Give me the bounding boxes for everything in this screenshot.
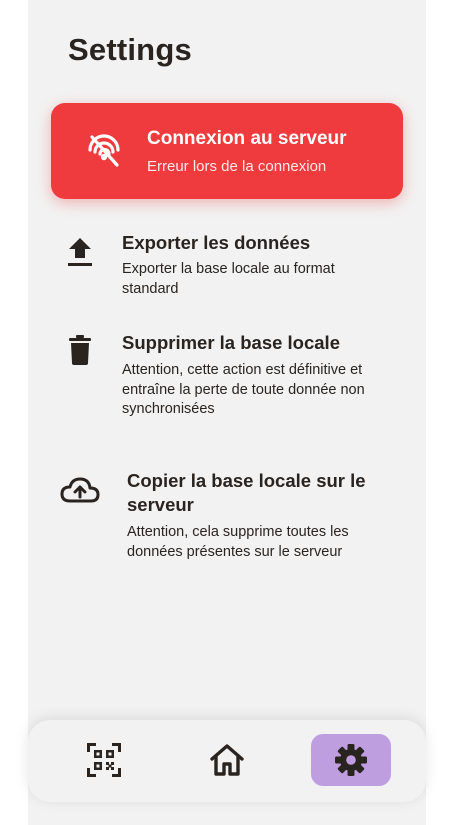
upload-icon bbox=[66, 236, 94, 273]
nav-settings[interactable] bbox=[311, 734, 391, 786]
export-description: Exporter la base locale au format standa… bbox=[122, 261, 335, 297]
settings-screen: Settings Connexion au serveur Erreur lor… bbox=[28, 0, 426, 825]
cloud-upload-icon bbox=[60, 476, 100, 509]
delete-local-db-item[interactable]: Supprimer la base locale Attention, cett… bbox=[28, 330, 426, 425]
export-data-item[interactable]: Exporter les données Exporter la base lo… bbox=[28, 230, 426, 310]
server-connection-card[interactable]: Connexion au serveur Erreur lors de la c… bbox=[51, 103, 403, 199]
copy-to-server-item[interactable]: Copier la base locale sur le serveur Att… bbox=[28, 468, 426, 568]
delete-title: Supprimer la base locale bbox=[122, 332, 340, 353]
trash-icon bbox=[68, 335, 92, 370]
delete-description: Attention, cette action est définitive e… bbox=[122, 362, 365, 417]
bottom-navigation bbox=[28, 720, 426, 802]
copy-title: Copier la base locale sur le serveur bbox=[127, 470, 366, 515]
nav-qr-code[interactable] bbox=[64, 734, 144, 786]
wifi-off-icon bbox=[85, 131, 123, 169]
connection-title: Connexion au serveur bbox=[147, 128, 347, 149]
nav-home[interactable] bbox=[187, 734, 267, 786]
copy-description: Attention, cela supprime toutes les donn… bbox=[127, 524, 349, 560]
export-title: Exporter les données bbox=[122, 232, 311, 253]
connection-status: Erreur lors de la connexion bbox=[147, 158, 327, 175]
page-title: Settings bbox=[68, 32, 192, 67]
